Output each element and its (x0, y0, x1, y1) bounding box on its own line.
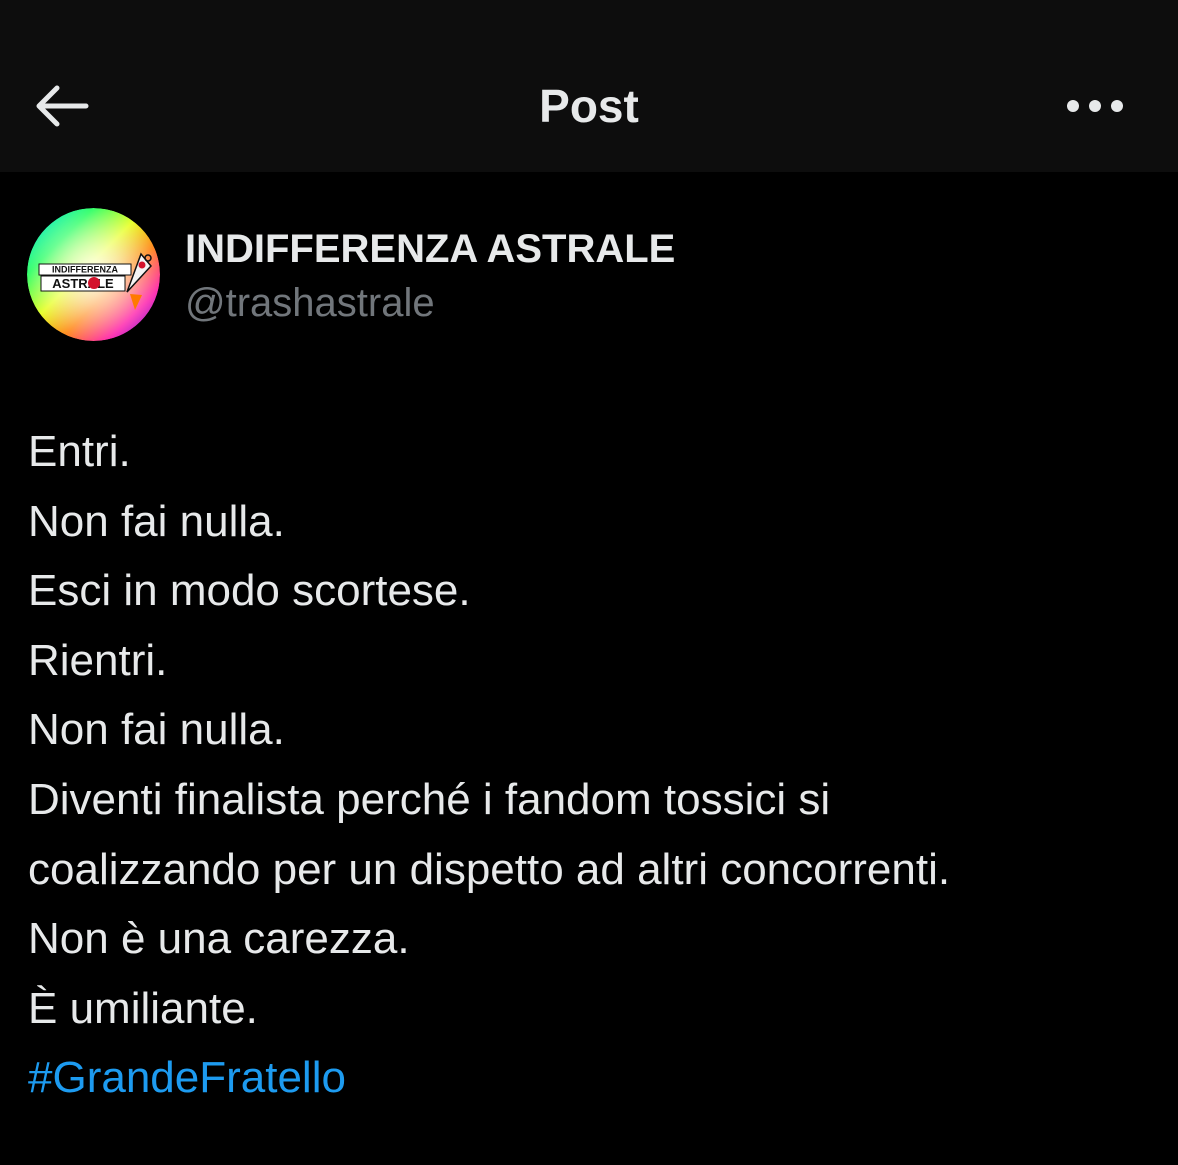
post-line: Non è una carezza. (28, 914, 410, 964)
post-text: Entri. Non fai nulla. Esci in modo scort… (28, 417, 1158, 1113)
author-display-name[interactable]: INDIFFERENZA ASTRALE (185, 224, 675, 274)
more-options-button[interactable] (1060, 80, 1130, 132)
post-line: Diventi finalista perché i fandom tossic… (28, 774, 831, 824)
top-bar: Post (0, 0, 1178, 172)
author-handle[interactable]: @trashastrale (185, 278, 435, 328)
post-line: Non fai nulla. (28, 496, 285, 546)
more-horizontal-icon (1067, 100, 1123, 112)
post-line: Entri. (28, 427, 131, 476)
post-line: coalizzando per un dispetto ad altri con… (28, 844, 951, 894)
arrow-left-icon (36, 85, 89, 127)
avatar[interactable]: INDIFFERENZA ASTRALE (27, 208, 160, 341)
post-line: È umiliante. (28, 983, 258, 1033)
svg-text:ASTRALE: ASTRALE (52, 276, 114, 291)
post-line: Rientri. (28, 635, 168, 685)
post-line: Non fai nulla. (28, 705, 285, 755)
hashtag-link[interactable]: #GrandeFratello (28, 1043, 1158, 1113)
avatar-logo-image: INDIFFERENZA ASTRALE (27, 208, 160, 341)
back-button[interactable] (30, 78, 92, 134)
post-line: Esci in modo scortese. (28, 566, 471, 616)
svg-text:INDIFFERENZA: INDIFFERENZA (52, 265, 118, 275)
page-title: Post (539, 80, 639, 132)
